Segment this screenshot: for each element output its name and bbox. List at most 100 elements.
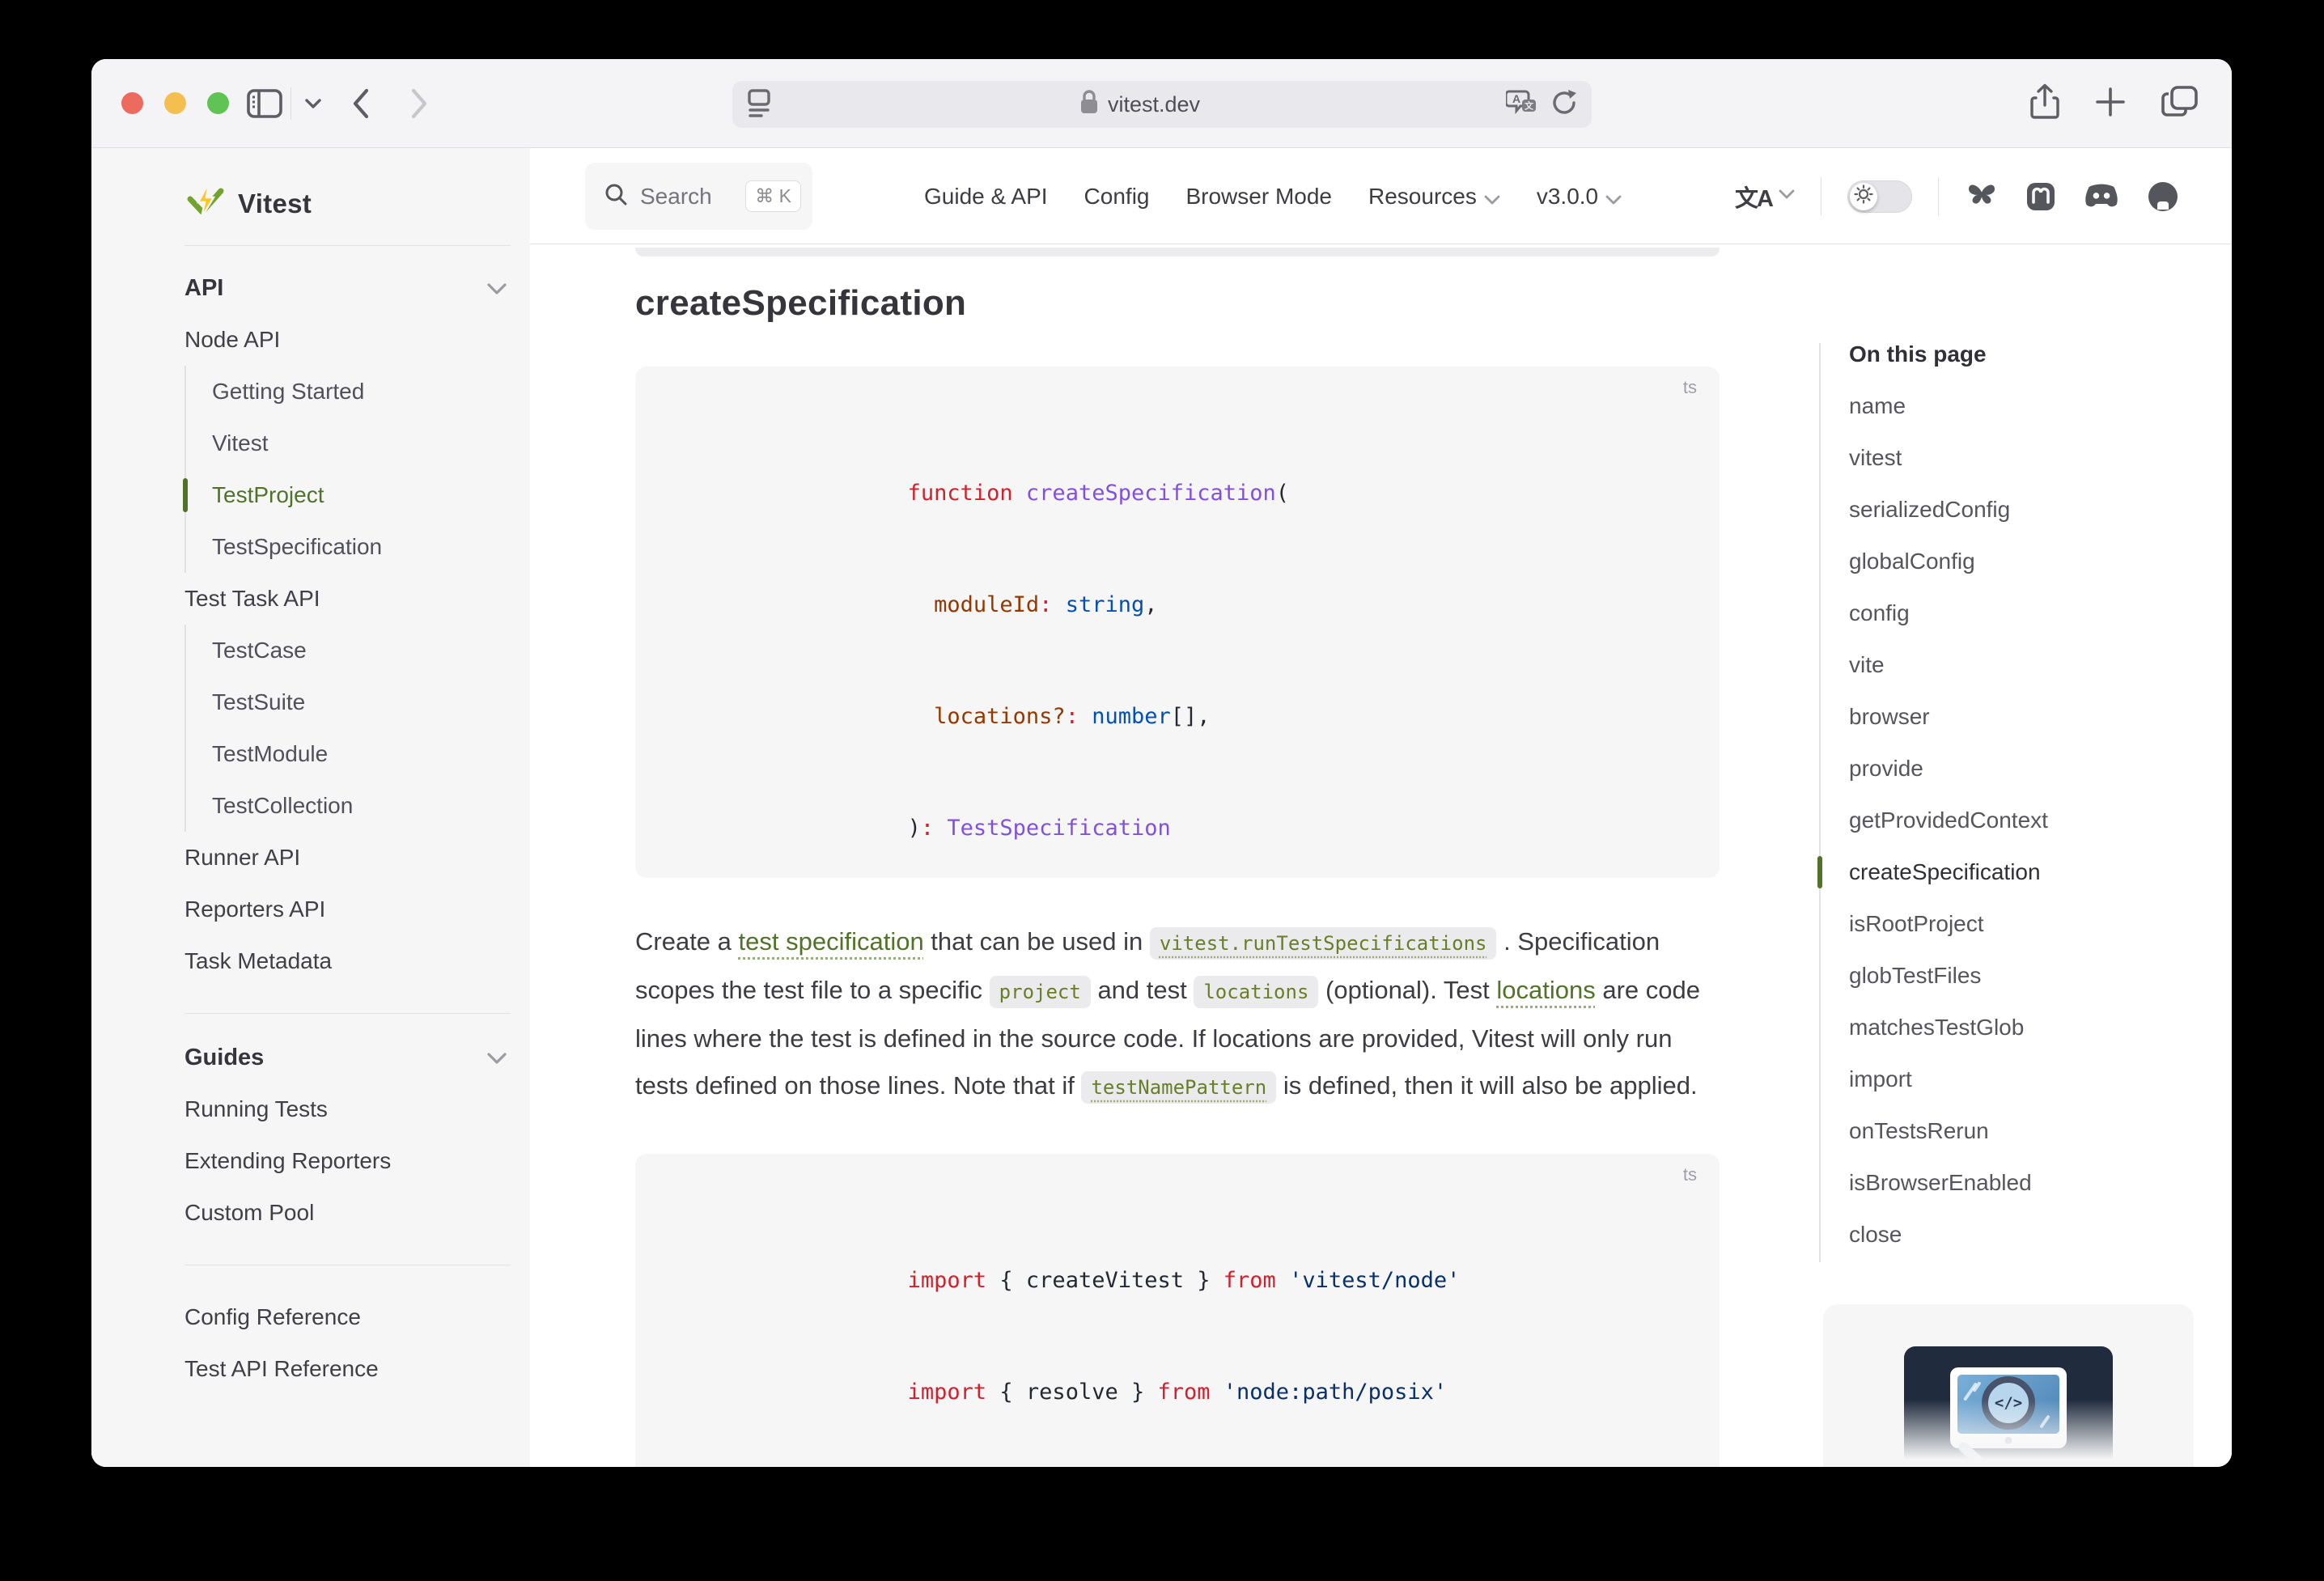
sidebar-item[interactable]: API xyxy=(184,270,507,306)
sidebar-item[interactable]: Node API xyxy=(184,314,511,366)
sidebar-item[interactable]: TestSuite xyxy=(184,676,511,728)
paragraph-run: locations xyxy=(1496,976,1595,1004)
sidebar-item[interactable]: Custom Pool xyxy=(184,1187,511,1239)
nav-link[interactable]: v3.0.0 xyxy=(1537,182,1622,211)
reader-view-icon[interactable] xyxy=(745,86,773,124)
site-body: Vitest API Node API xyxy=(91,148,2232,1467)
sidebar-item-label: Vitest xyxy=(212,430,269,456)
toc-item[interactable]: vitest xyxy=(1849,432,2232,484)
share-icon[interactable] xyxy=(2029,83,2060,125)
code-line: import { resolve } from 'node:path/posix… xyxy=(671,1299,1684,1411)
toc-item[interactable]: close xyxy=(1849,1209,2232,1261)
mastodon-icon[interactable] xyxy=(2025,180,2057,213)
toc-item[interactable]: globTestFiles xyxy=(1849,950,2232,1002)
theme-toggle[interactable] xyxy=(1847,180,1912,213)
toc-item-label: browser xyxy=(1849,704,1930,729)
toc-item[interactable]: vite xyxy=(1849,639,2232,691)
code-line: function createSpecification( xyxy=(671,401,1684,512)
github-icon[interactable] xyxy=(2146,180,2180,214)
code-token: moduleId xyxy=(934,592,1039,617)
toc-item[interactable]: globalConfig xyxy=(1849,536,2232,587)
vitest-logo-icon xyxy=(184,181,227,227)
browser-chrome: vitest.dev A文 xyxy=(91,59,2232,148)
paragraph-run: vitest.runTestSpecifications xyxy=(1150,927,1497,960)
sidebar-item-label: Guides xyxy=(184,1040,264,1075)
address-bar[interactable]: vitest.dev A文 xyxy=(732,81,1592,128)
code-token xyxy=(908,592,935,617)
nav-link-label: Resources xyxy=(1368,184,1477,210)
new-tab-icon[interactable] xyxy=(2094,86,2127,122)
toc-item[interactable]: matchesTestGlob xyxy=(1849,1002,2232,1053)
minimize-window-button[interactable] xyxy=(164,92,186,114)
zoom-window-button[interactable] xyxy=(207,92,229,114)
nav-link-label: v3.0.0 xyxy=(1537,184,1598,210)
toc-item[interactable]: name xyxy=(1849,380,2232,432)
sidebar-item[interactable]: Reporters API xyxy=(184,884,511,935)
nav-link[interactable]: Resources xyxy=(1368,182,1500,211)
sidebar-item[interactable]: TestCollection xyxy=(184,780,511,832)
sidebar-item-label: TestCase xyxy=(212,638,307,663)
sidebar-item[interactable]: Vitest xyxy=(184,418,511,469)
code-token: number xyxy=(1092,704,1171,729)
nav-link-label: Config xyxy=(1084,184,1150,210)
code-token: , xyxy=(1144,592,1157,617)
site-navbar: Search ⌘ K Guide & API Config xyxy=(530,148,2232,244)
sidebar-item[interactable]: Running Tests xyxy=(184,1083,511,1135)
toggle-sidebar-button[interactable] xyxy=(247,59,282,148)
code-line: ): TestSpecification xyxy=(671,735,1684,847)
sidebar-nav: API Node API Getting Started xyxy=(184,270,511,1395)
language-menu-button[interactable]: 文A xyxy=(1735,180,1795,214)
sidebar-item[interactable] xyxy=(184,1013,511,1014)
sidebar-item[interactable]: Extending Reporters xyxy=(184,1135,511,1187)
nav-link-label: Guide & API xyxy=(924,184,1048,210)
toc-item[interactable]: config xyxy=(1849,587,2232,639)
sidebar-item[interactable]: TestModule xyxy=(184,728,511,780)
site-title: Vitest xyxy=(238,189,312,219)
toc-item[interactable]: getProvidedContext xyxy=(1849,795,2232,846)
nav-link[interactable]: Browser Mode xyxy=(1185,184,1332,210)
code-token: 'vitest/node' xyxy=(1289,1268,1460,1293)
sidebar-item[interactable]: TestCase xyxy=(184,625,511,676)
tab-overview-icon[interactable] xyxy=(2161,84,2199,124)
site-logo[interactable]: Vitest xyxy=(184,180,511,227)
sidebar-item[interactable]: Test Task API xyxy=(184,573,511,625)
sidebar-item-label: Task Metadata xyxy=(184,948,332,973)
toc-item[interactable]: isRootProject xyxy=(1849,898,2232,950)
sidebar-item[interactable]: TestSpecification xyxy=(184,521,511,573)
reload-icon[interactable] xyxy=(1550,87,1579,122)
sidebar-item[interactable]: Config Reference xyxy=(184,1291,511,1343)
sponsor-card[interactable]: </> xyxy=(1823,1304,2194,1467)
toc-item-label: config xyxy=(1849,600,1910,625)
chevron-down-icon xyxy=(303,97,323,110)
toc-item[interactable]: provide xyxy=(1849,743,2232,795)
sidebar-item[interactable]: Getting Started xyxy=(184,366,511,418)
page-content[interactable]: createSpecification ts function createSp… xyxy=(530,244,2232,1467)
toc-item[interactable]: import xyxy=(1849,1053,2232,1105)
paragraph-run: test specification xyxy=(739,927,924,956)
sidebar-item[interactable]: Test API Reference xyxy=(184,1343,511,1395)
forward-button[interactable] xyxy=(409,59,430,148)
toc-item[interactable]: createSpecification xyxy=(1849,846,2232,898)
back-button[interactable] xyxy=(350,59,371,148)
sidebar-menu-chevron-button[interactable] xyxy=(303,59,323,148)
nav-link[interactable]: Config xyxy=(1084,184,1150,210)
toc-item[interactable]: serializedConfig xyxy=(1849,484,2232,536)
search-button[interactable]: Search ⌘ K xyxy=(585,163,812,230)
toc-item[interactable]: isBrowserEnabled xyxy=(1849,1157,2232,1209)
toc-item[interactable]: browser xyxy=(1849,691,2232,743)
discord-icon[interactable] xyxy=(2083,182,2120,211)
translate-icon[interactable]: A文 xyxy=(1506,87,1538,123)
nav-link[interactable]: Guide & API xyxy=(924,184,1048,210)
sidebar-toggle-icon xyxy=(247,89,282,118)
sidebar-item-label: API xyxy=(184,270,223,306)
sidebar-item[interactable]: Task Metadata xyxy=(184,935,511,987)
sidebar-item-label: Getting Started xyxy=(212,379,364,404)
sidebar-item[interactable]: Guides xyxy=(184,1040,507,1075)
toc-item-label: onTestsRerun xyxy=(1849,1118,1989,1143)
close-window-button[interactable] xyxy=(121,92,143,114)
bluesky-icon[interactable] xyxy=(1965,181,1999,212)
sidebar-item[interactable]: TestProject xyxy=(184,469,511,521)
toc-item[interactable]: onTestsRerun xyxy=(1849,1105,2232,1157)
sidebar-item[interactable]: Runner API xyxy=(184,832,511,884)
nav-link-label: Browser Mode xyxy=(1185,184,1332,210)
